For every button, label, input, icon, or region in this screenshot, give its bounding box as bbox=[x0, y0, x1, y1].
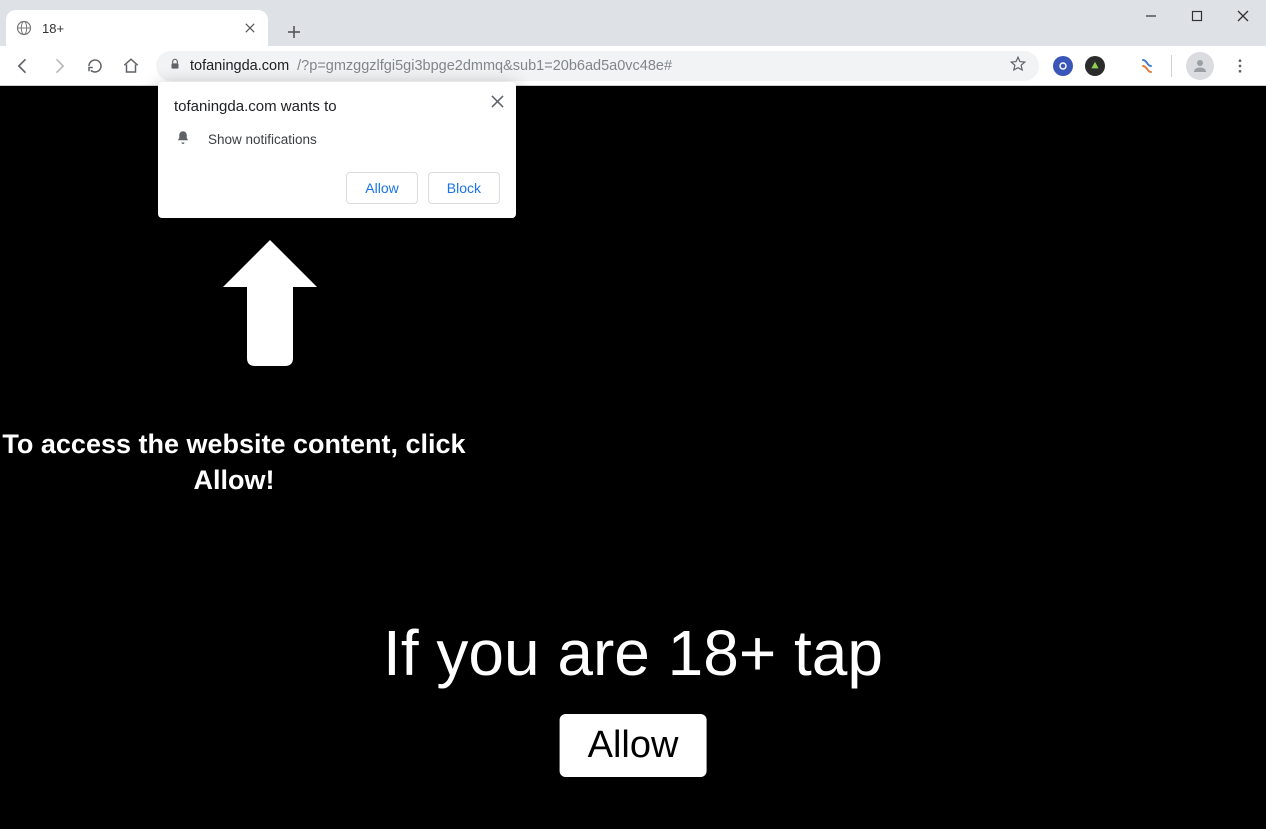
extension-icon-2[interactable] bbox=[1085, 56, 1105, 76]
popup-permission-row: Show notifications bbox=[174, 129, 500, 150]
popup-close-button[interactable] bbox=[486, 90, 508, 112]
tab-title: 18+ bbox=[42, 21, 242, 36]
lock-icon bbox=[168, 57, 182, 75]
arrow-up-icon bbox=[215, 232, 325, 377]
bell-icon bbox=[174, 129, 192, 150]
globe-icon bbox=[16, 20, 32, 36]
window-maximize[interactable] bbox=[1174, 0, 1220, 32]
url-path: /?p=gmzggzlfgi5gi3bpge2dmmq&sub1=20b6ad5… bbox=[297, 58, 672, 74]
bookmark-star-icon[interactable] bbox=[1009, 55, 1027, 77]
home-button[interactable] bbox=[116, 51, 146, 81]
browser-chrome: 18+ tofaningda.com /?p=gmzggzlfgi5gi3bpge… bbox=[0, 0, 1266, 86]
headline-text: If you are 18+ tap bbox=[0, 616, 1266, 690]
page-allow-button[interactable]: Allow bbox=[560, 714, 707, 777]
url-host: tofaningda.com bbox=[190, 58, 289, 74]
new-tab-button[interactable] bbox=[280, 18, 308, 46]
notification-permission-popup: tofaningda.com wants to Show notificatio… bbox=[158, 82, 516, 218]
menu-button[interactable] bbox=[1226, 52, 1254, 80]
extension-icon-1[interactable] bbox=[1053, 56, 1073, 76]
back-button[interactable] bbox=[8, 51, 38, 81]
popup-allow-button[interactable]: Allow bbox=[346, 172, 417, 204]
popup-permission-label: Show notifications bbox=[208, 132, 317, 147]
window-minimize[interactable] bbox=[1128, 0, 1174, 32]
popup-title: tofaningda.com wants to bbox=[174, 98, 500, 115]
extension-icon-3[interactable] bbox=[1137, 56, 1157, 76]
popup-actions: Allow Block bbox=[174, 172, 500, 204]
profile-avatar[interactable] bbox=[1186, 52, 1214, 80]
instruction-text: To access the website content, click All… bbox=[0, 426, 468, 499]
address-bar[interactable]: tofaningda.com /?p=gmzggzlfgi5gi3bpge2dmm… bbox=[156, 51, 1039, 81]
forward-button[interactable] bbox=[44, 51, 74, 81]
toolbar-divider bbox=[1171, 55, 1172, 77]
window-controls bbox=[1128, 0, 1266, 32]
reload-button[interactable] bbox=[80, 51, 110, 81]
browser-tab[interactable]: 18+ bbox=[6, 10, 268, 46]
tabstrip: 18+ bbox=[6, 6, 308, 46]
toolbar: tofaningda.com /?p=gmzggzlfgi5gi3bpge2dmm… bbox=[0, 46, 1266, 86]
tab-close-icon[interactable] bbox=[242, 20, 258, 36]
extension-icons bbox=[1049, 52, 1258, 80]
popup-block-button[interactable]: Block bbox=[428, 172, 500, 204]
window-close[interactable] bbox=[1220, 0, 1266, 32]
